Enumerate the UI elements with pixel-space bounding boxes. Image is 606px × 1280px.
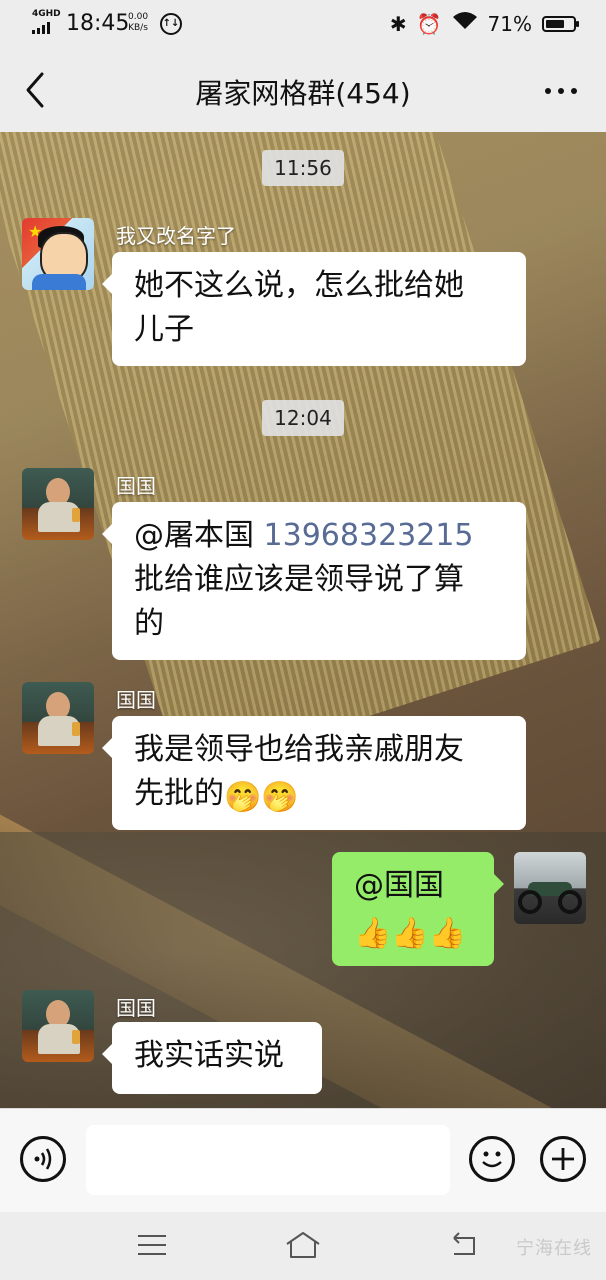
avatar[interactable] [22,682,94,754]
time-divider: 11:56 [0,150,606,186]
voice-icon [34,1148,52,1170]
emoji: 👍👍👍 [354,916,467,951]
message-bubble[interactable]: 她不这么说，怎么批给她 儿子 [102,252,526,366]
speed-value: 0.00 [128,12,149,22]
message-bubble[interactable]: 我是领导也给我亲戚朋友 先批的🤭🤭 [102,716,526,830]
message-text-line: 儿子 [134,312,194,347]
time-label: 11:56 [262,150,344,186]
message-input[interactable] [86,1125,450,1195]
message-text-line: 批给谁应该是领导说了算 [134,562,464,597]
status-time: 18:45 [66,11,130,36]
avatar[interactable]: ★ [22,218,94,290]
nav-home-button[interactable] [283,1230,323,1260]
emoji: 🤭🤭 [224,780,299,815]
message-text-line: 她不这么说，怎么批给她 [134,268,464,303]
bluetooth-icon: ✱ [389,11,407,36]
chat-header: 屠家网格群(454) [0,48,606,132]
nav-menu-button[interactable] [132,1230,172,1260]
sender-name: 国国 [116,996,156,1020]
battery-percent: 71% [487,11,532,36]
home-icon [286,1232,320,1258]
data-saver-icon: ↑↓ [160,13,182,35]
watermark: 宁海在线 [516,1238,592,1259]
message-bubble[interactable]: @屠本国 13968323215 批给谁应该是领导说了算 的 [102,502,526,660]
sender-name: 我又改名字了 [116,224,236,248]
speed-unit: KB/s [128,23,148,33]
message-bubble[interactable]: 我实话实说 [102,1022,322,1094]
emoji-button[interactable] [469,1136,515,1182]
avatar[interactable] [22,468,94,540]
battery-icon [542,15,579,32]
wifi-icon [452,11,478,36]
message-text-line: 的 [134,606,164,641]
network-speed: 0.00 KB/s [128,12,148,34]
sender-name: 国国 [116,688,156,712]
plus-button[interactable] [540,1136,586,1182]
phone-number-link[interactable]: 13968323215 [264,518,474,553]
sender-name: 国国 [116,474,156,498]
more-button[interactable] [538,74,584,108]
system-nav-bar: 宁海在线 [0,1212,606,1280]
network-type: 4GHD [32,9,61,19]
voice-button[interactable] [20,1136,66,1182]
mention[interactable]: @屠本国 [134,518,254,553]
nav-back-button[interactable] [444,1230,484,1260]
message-text-line: 我是领导也给我亲戚朋友 [134,732,464,767]
smile-icon [482,1151,502,1168]
back-icon [453,1232,475,1255]
avatar[interactable] [22,990,94,1062]
message-text-line: 先批的🤭🤭 [134,772,504,820]
input-bar [0,1108,606,1213]
message-bubble-outgoing[interactable]: @国国 👍👍👍 [332,852,504,966]
message-text-line: 我实话实说 [134,1038,284,1073]
alarm-icon: ⏰ [416,11,442,36]
status-bar: 4GHD 18:45 0.00 KB/s ↑↓ ✱ ⏰ 71% [0,0,606,48]
chat-title: 屠家网格群(454) [195,77,411,110]
message-text-line: @国国 [354,868,444,903]
time-divider: 12:04 [0,400,606,436]
menu-icon [138,1235,166,1255]
chat-area[interactable]: 11:56 ★ 我又改名字了 她不这么说，怎么批给她 儿子 12:04 国国 @… [0,132,606,1108]
message-text-line: @屠本国 13968323215 [134,514,504,558]
avatar-self[interactable] [514,852,586,924]
time-label: 12:04 [262,400,344,436]
plus-icon [552,1148,574,1170]
signal-icon: 4GHD [32,9,61,34]
more-dots-icon [545,88,551,94]
